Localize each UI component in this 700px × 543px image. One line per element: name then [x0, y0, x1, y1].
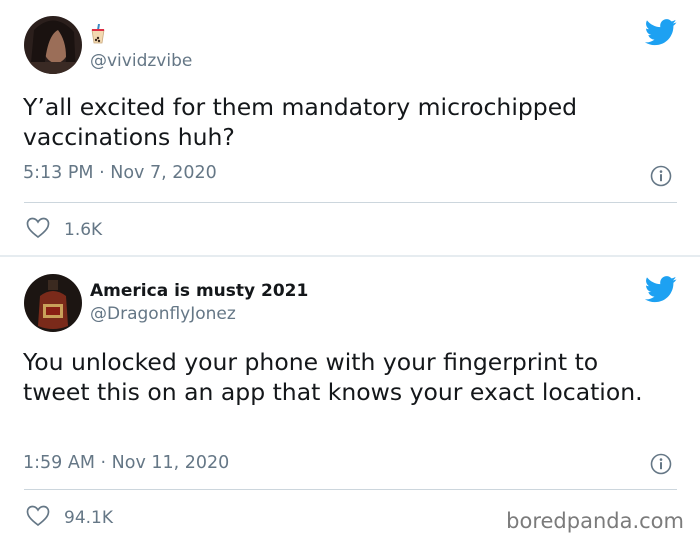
like-action[interactable]: 94.1K [26, 505, 113, 531]
heart-icon[interactable] [26, 217, 50, 243]
tweet-date: Nov 7, 2020 [110, 163, 217, 183]
like-count: 1.6K [64, 220, 103, 240]
divider [24, 489, 677, 490]
like-count: 94.1K [64, 508, 113, 528]
heart-icon[interactable] [26, 505, 50, 531]
tweet-time: 5:13 PM [23, 163, 94, 183]
tweet-handle[interactable]: @vividzvibe [90, 51, 192, 71]
tweet-timestamp[interactable]: 1:59 AM · Nov 11, 2020 [23, 453, 229, 473]
divider [24, 202, 677, 203]
tweet-card: @vividzvibe Y’all excited for them manda… [0, 0, 700, 255]
separator: · [99, 163, 105, 183]
like-action[interactable]: 1.6K [26, 217, 102, 243]
info-icon[interactable] [650, 453, 672, 479]
tweet-time: 1:59 AM [23, 453, 95, 473]
watermark: boredpanda.com [506, 509, 684, 533]
twitter-bird-icon[interactable] [644, 19, 677, 50]
info-icon[interactable] [650, 165, 672, 191]
twitter-bird-icon[interactable] [644, 276, 677, 307]
separator: · [100, 453, 107, 473]
tweet-handle[interactable]: @DragonflyJonez [90, 304, 236, 324]
tweet-text: Y’all excited for them mandatory microch… [23, 93, 578, 151]
avatar[interactable] [24, 16, 82, 74]
tweet-date: Nov 11, 2020 [111, 453, 230, 473]
tweet-timestamp[interactable]: 5:13 PM · Nov 7, 2020 [23, 163, 217, 183]
avatar[interactable] [24, 274, 82, 332]
tweet-text: You unlocked your phone with your finger… [23, 348, 643, 406]
tweet-card: America is musty 2021 @DragonflyJonez Yo… [0, 257, 700, 543]
bubble-tea-icon [90, 23, 106, 48]
tweet-display-name[interactable]: America is musty 2021 [90, 281, 308, 301]
